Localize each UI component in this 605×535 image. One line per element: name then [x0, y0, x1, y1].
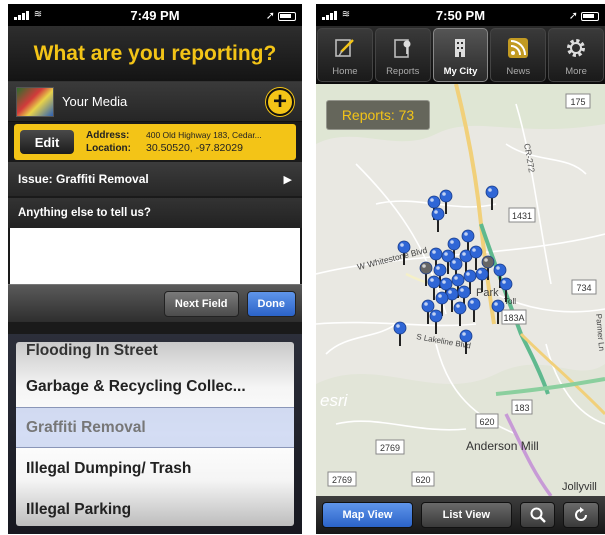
rss-news-icon: [505, 35, 531, 61]
place-label-anderson-mill: Anderson Mill: [466, 439, 539, 453]
page-title: What are you reporting?: [8, 26, 302, 82]
tab-bar: Home Reports My City News More: [316, 26, 605, 84]
place-label-jollyville: Jollyvill: [562, 481, 597, 493]
location-key: Location:: [86, 143, 131, 154]
clock: 7:50 PM: [435, 8, 486, 23]
edit-address-button[interactable]: Edit: [20, 130, 74, 154]
list-view-button[interactable]: List View: [420, 502, 512, 528]
address-details: Address: 400 Old Highway 183, Cedar... Lo…: [86, 129, 262, 155]
road-label-175: 175: [570, 97, 585, 107]
picker-option-selected[interactable]: Graffiti Removal: [16, 407, 294, 448]
tab-label: Reports: [386, 66, 420, 77]
picker-wheel[interactable]: Flooding In Street Garbage & Recycling C…: [16, 342, 294, 526]
report-form-screen: ≋ 7:49 PM ➚ What are you reporting? Your…: [8, 4, 302, 534]
next-field-button[interactable]: Next Field: [163, 290, 239, 317]
road-label-620-b: 620: [415, 475, 430, 485]
media-row[interactable]: Your Media +: [8, 82, 302, 122]
gear-icon: [563, 35, 589, 61]
location-value: 30.50520, -97.82029: [146, 142, 243, 154]
reports-icon: [390, 35, 416, 61]
tab-news[interactable]: News: [490, 28, 547, 82]
tab-my-city[interactable]: My City: [432, 28, 489, 82]
notes-textarea[interactable]: [10, 228, 300, 284]
road-label-2769-a: 2769: [380, 443, 400, 453]
report-pin[interactable]: [393, 321, 407, 346]
picker-option[interactable]: Flooding In Street: [16, 342, 294, 366]
map-canvas[interactable]: 175 CR-272 1431 W Whitestone Blvd Park T…: [316, 84, 605, 496]
status-bar: ≋ 7:50 PM ➚: [316, 4, 605, 26]
map-view-button[interactable]: Map View: [322, 502, 413, 528]
address-key: Address:: [86, 130, 130, 141]
tab-label: News: [506, 66, 531, 77]
address-value: 400 Old Highway 183, Cedar...: [146, 130, 262, 140]
battery-icon: ➚: [569, 9, 599, 22]
tab-label: More: [565, 66, 587, 77]
road-label-2769-b: 2769: [332, 475, 352, 485]
tab-label: My City: [443, 66, 478, 77]
clock: 7:49 PM: [130, 8, 180, 23]
add-media-button[interactable]: +: [266, 87, 294, 116]
keyboard-toolbar: Next Field Done: [8, 284, 302, 322]
picker-option[interactable]: Illegal Parking: [16, 489, 294, 526]
home-icon: [332, 35, 358, 61]
media-label: Your Media: [62, 94, 128, 109]
address-bar: Edit Address: 400 Old Highway 183, Cedar.…: [14, 124, 296, 160]
report-map[interactable]: 175 CR-272 1431 W Whitestone Blvd Park T…: [316, 84, 605, 496]
search-icon: [530, 507, 546, 523]
report-pins[interactable]: [393, 185, 513, 354]
issue-label: Issue: Graffiti Removal: [18, 172, 149, 186]
road-label-183: 183: [514, 403, 529, 413]
road-label-183a: 183A: [503, 313, 524, 323]
search-button[interactable]: [519, 502, 556, 528]
tab-more[interactable]: More: [548, 28, 604, 82]
picker-option[interactable]: Garbage & Recycling Collec...: [16, 366, 294, 407]
media-thumbnail[interactable]: [16, 86, 54, 117]
map-bottom-bar: Map View List View: [316, 496, 605, 534]
done-button[interactable]: Done: [246, 290, 296, 317]
road-label-1431: 1431: [512, 211, 532, 221]
issue-selector[interactable]: Issue: Graffiti Removal ▶: [8, 162, 302, 196]
city-building-icon: [447, 35, 473, 61]
road-label-620-a: 620: [479, 417, 494, 427]
reports-count-badge: Reports: 73: [326, 100, 430, 130]
report-pin[interactable]: [429, 309, 443, 334]
picker-option[interactable]: Illegal Dumping/ Trash: [16, 448, 294, 489]
status-bar: ≋ 7:49 PM ➚: [8, 4, 302, 26]
esri-logo: esri: [320, 391, 349, 410]
road-label-cr272: CR-272: [522, 143, 537, 174]
city-map-screen: ≋ 7:50 PM ➚ Home Reports My City News Mo…: [316, 4, 605, 534]
report-pin[interactable]: [453, 301, 467, 326]
place-label-park: Park: [476, 287, 499, 299]
tab-reports[interactable]: Reports: [374, 28, 431, 82]
plus-icon: +: [272, 87, 287, 115]
road-label-734: 734: [576, 283, 591, 293]
report-pin[interactable]: [467, 297, 481, 322]
road-label-parmer: Parmer Ln: [594, 313, 605, 351]
tab-home[interactable]: Home: [317, 28, 373, 82]
refresh-button[interactable]: [563, 502, 599, 528]
issue-picker[interactable]: Flooding In Street Garbage & Recycling C…: [8, 334, 302, 534]
battery-icon: ➚: [266, 9, 296, 22]
tab-label: Home: [332, 66, 358, 77]
notes-label: Anything else to tell us?: [8, 198, 302, 228]
refresh-icon: [575, 507, 588, 521]
chevron-right-icon: ▶: [283, 173, 292, 186]
